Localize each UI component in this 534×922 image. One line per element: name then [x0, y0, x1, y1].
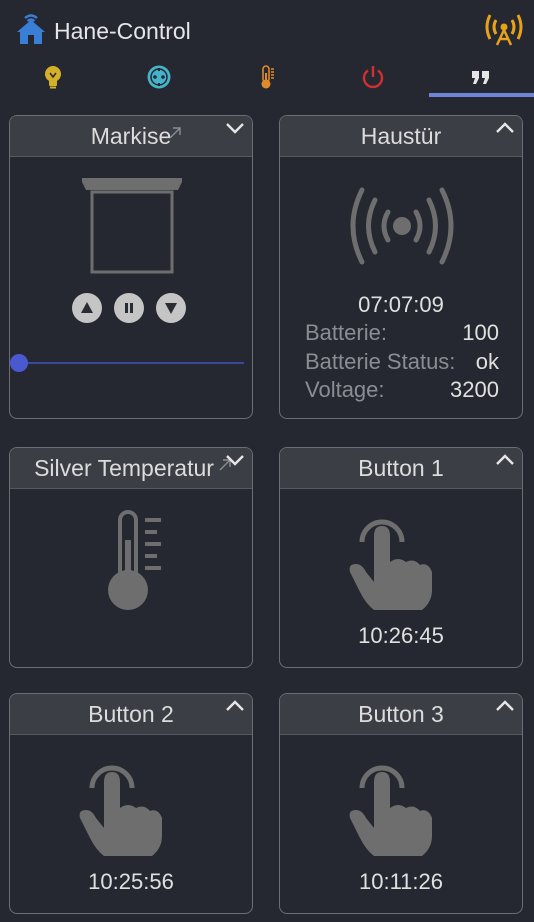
- property-key: Batterie Status:: [305, 349, 456, 374]
- card-button-1: Button 1 10:26:45: [279, 447, 523, 668]
- tab-power[interactable]: [320, 58, 426, 96]
- tab-temperature[interactable]: [213, 58, 319, 96]
- socket-icon: [147, 65, 171, 89]
- power-icon: [362, 66, 384, 89]
- last-update-time: 10:25:56: [88, 869, 174, 894]
- property-row: Voltage: 3200: [305, 377, 499, 403]
- signal-tower-icon[interactable]: [484, 10, 524, 50]
- position-slider-track[interactable]: [20, 362, 244, 364]
- card-title: Silver Temperatur: [34, 454, 214, 481]
- chevron-down-icon[interactable]: [224, 452, 246, 468]
- lightbulb-icon: [45, 66, 61, 89]
- thermometer-icon: [108, 510, 161, 610]
- property-value: ok: [475, 349, 499, 374]
- touch-hand-icon[interactable]: [348, 510, 434, 612]
- triangle-down-icon: [165, 303, 177, 314]
- app-title: Hane-Control: [54, 18, 191, 44]
- chevron-up-icon[interactable]: [224, 698, 246, 714]
- tab-quotes[interactable]: [428, 58, 534, 96]
- card-title: Button 2: [88, 700, 174, 727]
- card-header: Haustür: [280, 116, 522, 157]
- shade-down-button[interactable]: [156, 293, 186, 323]
- radio-signal-icon: [350, 187, 454, 265]
- quote-icon: [472, 71, 489, 84]
- card-haustuer: Haustür 07:07:09 Batterie: 100 Batterie …: [279, 115, 523, 419]
- card-header: Button 3: [280, 694, 522, 735]
- home-wifi-icon[interactable]: [14, 12, 48, 46]
- external-link-icon[interactable]: [168, 126, 182, 140]
- last-update-time: 10:26:45: [358, 623, 444, 648]
- last-update-time: 07:07:09: [358, 292, 444, 317]
- shade-stop-button[interactable]: [114, 293, 144, 323]
- tab-lights[interactable]: [0, 58, 106, 96]
- card-title: Markise: [90, 122, 172, 149]
- touch-hand-icon[interactable]: [78, 756, 164, 858]
- chevron-down-icon[interactable]: [224, 120, 246, 136]
- tab-sockets[interactable]: [106, 58, 212, 96]
- card-title: Haustür: [360, 122, 442, 149]
- touch-hand-icon[interactable]: [348, 756, 434, 858]
- card-title: Button 3: [358, 700, 444, 727]
- card-header: Markise: [10, 116, 252, 157]
- card-button-2: Button 2 10:25:56: [9, 693, 253, 914]
- card-markise: Markise: [9, 115, 253, 419]
- triangle-up-icon: [81, 302, 93, 313]
- chevron-up-icon[interactable]: [494, 698, 516, 714]
- awning-icon: [82, 178, 182, 274]
- app-header: Hane-Control: [0, 0, 534, 60]
- tab-bar: [0, 58, 534, 98]
- card-silver-temperatur: Silver Temperatur: [9, 447, 253, 668]
- position-slider-handle[interactable]: [10, 354, 28, 372]
- property-value: 100: [462, 320, 499, 345]
- card-header: Button 2: [10, 694, 252, 735]
- pause-icon: [125, 303, 133, 313]
- card-button-3: Button 3 10:11:26: [279, 693, 523, 914]
- active-tab-indicator: [429, 93, 534, 97]
- thermometer-icon: [261, 65, 274, 89]
- property-key: Voltage:: [305, 377, 385, 402]
- card-header: Silver Temperatur: [10, 448, 252, 489]
- card-title: Button 1: [358, 454, 444, 481]
- chevron-up-icon[interactable]: [494, 452, 516, 468]
- last-update-time: 10:11:26: [358, 869, 443, 894]
- property-value: 3200: [450, 377, 499, 402]
- property-row: Batterie Status: ok: [305, 349, 499, 375]
- card-header: Button 1: [280, 448, 522, 489]
- property-key: Batterie:: [305, 320, 387, 345]
- property-row: Batterie: 100: [305, 320, 499, 346]
- chevron-up-icon[interactable]: [494, 120, 516, 136]
- shade-up-button[interactable]: [72, 293, 102, 323]
